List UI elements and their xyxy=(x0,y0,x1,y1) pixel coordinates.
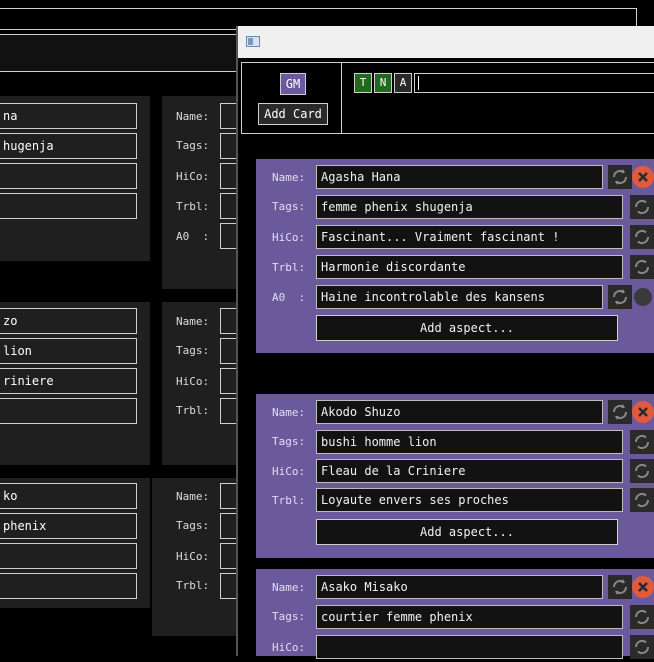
close-icon[interactable] xyxy=(632,166,654,188)
field-label: Name: xyxy=(272,406,306,419)
foreground-window: GM Add Card T N A Name: Agasha Hana Tags… xyxy=(236,26,654,659)
background-field[interactable]: ko xyxy=(0,483,137,509)
background-card-panel: ko phenix xyxy=(0,478,150,608)
toolbar: GM Add Card T N A xyxy=(241,62,654,134)
field-label: Name: xyxy=(272,171,306,184)
field-label: Tags: xyxy=(272,435,306,448)
refresh-icon[interactable] xyxy=(608,400,632,424)
window-titlebar[interactable] xyxy=(238,26,654,58)
add-aspect-button[interactable]: Add aspect... xyxy=(316,315,618,341)
background-field[interactable] xyxy=(0,193,137,219)
refresh-icon[interactable] xyxy=(630,488,654,512)
refresh-icon[interactable] xyxy=(630,255,654,279)
toolbar-divider xyxy=(341,63,342,133)
background-field[interactable]: phenix xyxy=(0,513,137,539)
background-label: Tags: xyxy=(176,139,210,152)
refresh-icon[interactable] xyxy=(608,575,632,599)
background-field[interactable] xyxy=(0,398,137,424)
name-field[interactable]: Asako Misako xyxy=(316,575,603,599)
field-label: Trbl: xyxy=(272,261,306,274)
add-card-button[interactable]: Add Card xyxy=(258,103,328,125)
character-card: Name: Agasha Hana Tags: femme phenix shu… xyxy=(256,159,654,353)
character-card: Name: Asako Misako Tags: courtier femme … xyxy=(256,569,654,659)
trbl-field[interactable]: Harmonie discordante xyxy=(316,255,623,279)
background-card-panel: Name: Tags: HiCo: Trbl: A0 : xyxy=(162,96,250,289)
filter-chip-a[interactable]: A xyxy=(394,73,412,93)
field-label: Tags: xyxy=(272,200,306,213)
tags-field[interactable]: courtier femme phenix xyxy=(316,605,623,629)
name-field[interactable]: Akodo Shuzo xyxy=(316,400,603,424)
background-card-panel: na hugenja xyxy=(0,96,150,261)
remove-aspect-icon[interactable] xyxy=(634,288,652,306)
background-label: Name: xyxy=(176,315,210,328)
background-label: Name: xyxy=(176,110,210,123)
filter-chip-n[interactable]: N xyxy=(374,73,392,93)
background-label: Tags: xyxy=(176,344,210,357)
field-label: A0 : xyxy=(272,291,306,304)
character-card: Name: Akodo Shuzo Tags: bushi homme lion… xyxy=(256,394,654,558)
background-field[interactable]: lion xyxy=(0,338,137,364)
refresh-icon[interactable] xyxy=(608,165,632,189)
close-icon[interactable] xyxy=(632,401,654,423)
background-field[interactable] xyxy=(0,163,137,189)
background-card-panel: Name: Tags: HiCo: Trbl: xyxy=(152,478,250,636)
aspect-field[interactable]: Haine incontrolable des kansens xyxy=(316,285,603,309)
name-field[interactable]: Agasha Hana xyxy=(316,165,603,189)
background-field[interactable]: zo xyxy=(0,308,137,334)
background-field[interactable] xyxy=(0,573,137,599)
background-label: HiCo: xyxy=(176,170,210,183)
background-label: HiCo: xyxy=(176,375,210,388)
background-label: Trbl: xyxy=(176,579,210,592)
hico-field[interactable]: Fleau de la Criniere xyxy=(316,459,623,483)
background-label: Name: xyxy=(176,490,210,503)
field-label: HiCo: xyxy=(272,231,306,244)
filter-chip-t[interactable]: T xyxy=(354,73,372,93)
add-aspect-button[interactable]: Add aspect... xyxy=(316,519,618,545)
field-label: HiCo: xyxy=(272,641,306,654)
close-icon[interactable] xyxy=(632,576,654,598)
background-card-panel: zo lion riniere xyxy=(0,302,150,465)
search-input[interactable] xyxy=(414,73,654,93)
tags-field[interactable]: femme phenix shugenja xyxy=(316,195,623,219)
hico-field[interactable] xyxy=(316,635,623,659)
refresh-icon[interactable] xyxy=(608,285,632,309)
refresh-icon[interactable] xyxy=(630,635,654,659)
field-label: Name: xyxy=(272,581,306,594)
tags-field[interactable]: bushi homme lion xyxy=(316,430,623,454)
background-field[interactable]: na xyxy=(0,103,137,129)
text-cursor xyxy=(418,76,419,90)
field-label: Tags: xyxy=(272,610,306,623)
background-label: HiCo: xyxy=(176,550,210,563)
background-label: Trbl: xyxy=(176,200,210,213)
refresh-icon[interactable] xyxy=(630,225,654,249)
refresh-icon[interactable] xyxy=(630,459,654,483)
field-label: Trbl: xyxy=(272,494,306,507)
background-label: Trbl: xyxy=(176,404,210,417)
gm-button[interactable]: GM xyxy=(280,73,306,95)
background-card-panel: Name: Tags: HiCo: Trbl: xyxy=(162,302,250,465)
refresh-icon[interactable] xyxy=(630,195,654,219)
hico-field[interactable]: Fascinant... Vraiment fascinant ! xyxy=(316,225,623,249)
trbl-field[interactable]: Loyaute envers ses proches xyxy=(316,488,623,512)
window-icon xyxy=(246,36,260,47)
background-field[interactable]: hugenja xyxy=(0,133,137,159)
refresh-icon[interactable] xyxy=(630,430,654,454)
field-label: HiCo: xyxy=(272,465,306,478)
background-label: A0 : xyxy=(176,230,210,243)
background-field[interactable]: riniere xyxy=(0,368,137,394)
refresh-icon[interactable] xyxy=(630,605,654,629)
background-label: Tags: xyxy=(176,519,210,532)
background-field[interactable] xyxy=(0,543,137,569)
